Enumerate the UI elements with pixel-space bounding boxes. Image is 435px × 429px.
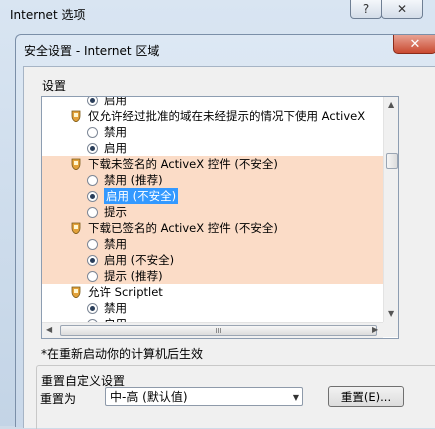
radio-button[interactable] xyxy=(87,206,98,218)
setting-shield-icon xyxy=(71,158,81,170)
settings-list[interactable]: 启用 仅允许经过批准的域在未经提示的情况下使用 ActiveX 禁用 启用 下载未签名的… xyxy=(42,97,383,322)
radio-button[interactable] xyxy=(87,238,98,250)
scroll-down-icon[interactable]: ▼ xyxy=(388,309,394,318)
horizontal-scroll-thumb[interactable]: III xyxy=(60,325,377,336)
setting-category-header: 仅允许经过批准的域在未经提示的情况下使用 ActiveX xyxy=(42,108,383,124)
radio-button[interactable] xyxy=(87,97,98,106)
scroll-up-icon[interactable]: ▲ xyxy=(388,100,394,109)
scroll-right-icon[interactable]: ▶ xyxy=(372,325,378,334)
dialog-client: 设置 启用 仅允许经过批准的域在未经提示的情况下使用 ActiveX 禁用 启用 下载未… xyxy=(23,66,435,429)
setting-shield-icon xyxy=(71,222,81,234)
close-icon: ✕ xyxy=(396,2,408,16)
radio-button[interactable] xyxy=(87,270,98,282)
settings-list-box[interactable]: 启用 仅允许经过批准的域在未经提示的情况下使用 ActiveX 禁用 启用 下载未签名的… xyxy=(41,96,399,339)
chevron-down-icon: ▼ xyxy=(292,393,299,402)
setting-radio-option[interactable]: 启用 xyxy=(42,140,383,156)
setting-label: 禁用 xyxy=(104,125,127,139)
setting-label: 启用 (不安全) xyxy=(104,188,179,204)
setting-radio-option[interactable]: 禁用 (推荐) xyxy=(42,172,383,188)
horizontal-scrollbar[interactable]: ◀ III ▶ xyxy=(42,322,383,338)
radio-button[interactable] xyxy=(87,190,98,202)
dialog-title: 安全设置 - Internet 区域 xyxy=(24,44,160,58)
close-icon: ✕ xyxy=(409,36,421,52)
setting-shield-icon xyxy=(71,286,81,298)
reset-level-select[interactable]: 中-高 (默认值) ▼ xyxy=(105,387,303,406)
setting-label: 提示 xyxy=(104,205,127,219)
setting-label: 禁用 (推荐) xyxy=(104,173,163,187)
setting-radio-option[interactable]: 启用 (不安全) xyxy=(42,252,383,268)
restart-note: *在重新启动你的计算机后生效 xyxy=(41,347,204,361)
setting-label: 提示 (推荐) xyxy=(104,269,163,283)
dialog-close-button[interactable]: ✕ xyxy=(393,35,435,54)
help-icon: ? xyxy=(362,2,370,16)
setting-label: 允许 Scriptlet xyxy=(88,285,163,299)
setting-radio-option[interactable]: 提示 (推荐) xyxy=(42,268,383,284)
setting-label: 启用 (不安全) xyxy=(104,253,175,267)
radio-button[interactable] xyxy=(87,142,98,154)
setting-label: 启用 xyxy=(104,141,127,155)
setting-label: 禁用 xyxy=(104,237,127,251)
radio-button[interactable] xyxy=(87,174,98,186)
vertical-scroll-thumb[interactable] xyxy=(386,153,398,169)
setting-label: 禁用 xyxy=(104,301,127,315)
radio-button[interactable] xyxy=(87,302,98,314)
setting-radio-option[interactable]: 禁用 xyxy=(42,124,383,140)
settings-group-label: 设置 xyxy=(42,79,67,93)
scroll-grip: III xyxy=(215,326,222,335)
setting-label: 下载未签名的 ActiveX 控件 (不安全) xyxy=(88,157,278,171)
setting-category-header: 下载已签名的 ActiveX 控件 (不安全) xyxy=(42,220,383,236)
scroll-corner xyxy=(383,322,398,337)
setting-radio-option[interactable]: 禁用 xyxy=(42,300,383,316)
setting-radio-option[interactable]: 禁用 xyxy=(42,236,383,252)
setting-radio-option[interactable]: 提示 xyxy=(42,204,383,220)
vertical-scrollbar[interactable]: ▲ ▼ xyxy=(383,97,398,322)
security-settings-dialog: 安全设置 - Internet 区域 ✕ 设置 启用仅允许经过批准的域在未经提示… xyxy=(15,34,435,429)
setting-radio-option[interactable]: 启用 xyxy=(42,97,383,108)
reset-level-value: 中-高 (默认值) xyxy=(110,390,188,404)
setting-radio-option[interactable]: 启用 (不安全) xyxy=(42,188,383,204)
window-title: Internet 选项 xyxy=(10,8,86,22)
radio-button[interactable] xyxy=(87,126,98,138)
setting-category-header: 允许 Scriptlet xyxy=(42,284,383,300)
reset-to-label: 重置为 xyxy=(40,392,77,406)
radio-button[interactable] xyxy=(87,254,98,266)
setting-label: 仅允许经过批准的域在未经提示的情况下使用 ActiveX xyxy=(88,109,366,123)
setting-label: 下载已签名的 ActiveX 控件 (不安全) xyxy=(88,221,278,235)
setting-shield-icon xyxy=(71,110,81,122)
reset-button[interactable]: 重置(E)... xyxy=(328,386,404,407)
setting-category-header: 下载未签名的 ActiveX 控件 (不安全) xyxy=(42,156,383,172)
help-button[interactable]: ? xyxy=(350,0,382,19)
scroll-left-icon[interactable]: ◀ xyxy=(46,325,52,334)
setting-label: 启用 xyxy=(104,97,127,107)
window-close-button[interactable]: ✕ xyxy=(381,0,423,19)
